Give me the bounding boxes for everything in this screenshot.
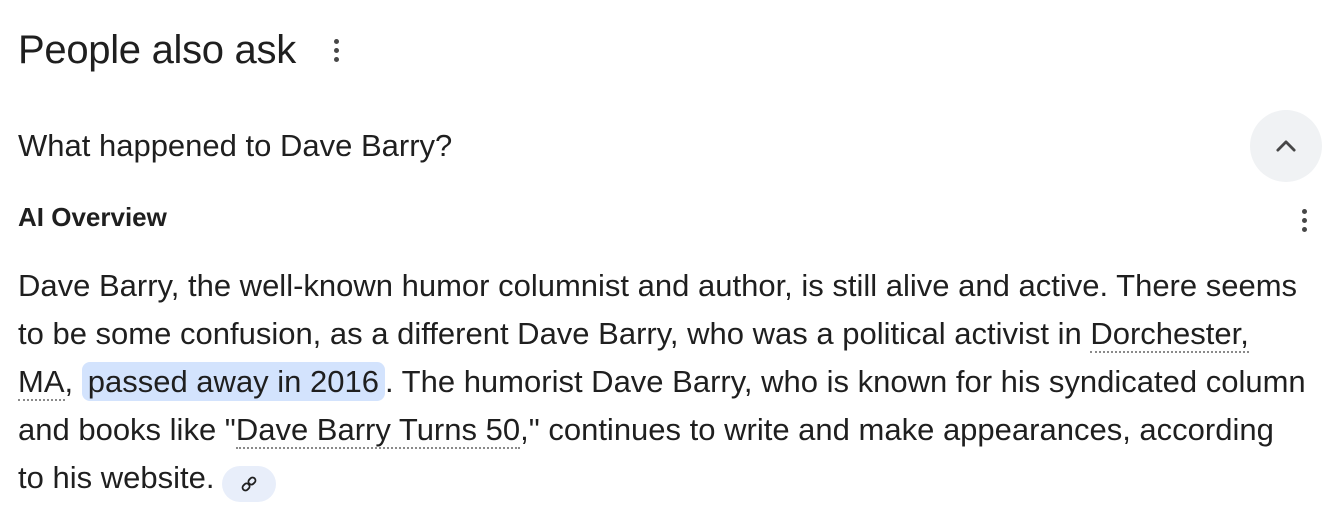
- link-icon: [242, 476, 257, 492]
- question-toggle[interactable]: What happened to Dave Barry?: [0, 110, 1330, 182]
- overview-segment: ,: [64, 364, 82, 399]
- paa-header: People also ask: [18, 22, 352, 78]
- source-link-button[interactable]: [222, 466, 277, 502]
- dave-barry-turns-50-link[interactable]: Dave Barry Turns 50: [235, 412, 521, 449]
- highlighted-claim[interactable]: passed away in 2016: [81, 362, 385, 401]
- more-vert-icon[interactable]: [322, 30, 352, 70]
- chevron-up-icon: [1276, 140, 1296, 152]
- paa-title: People also ask: [18, 28, 296, 72]
- ai-overview-text: Dave Barry, the well-known humor columni…: [18, 262, 1308, 502]
- question-text: What happened to Dave Barry?: [18, 128, 453, 163]
- more-vert-icon[interactable]: [1289, 200, 1319, 240]
- ai-overview-label: AI Overview: [18, 202, 167, 232]
- collapse-button[interactable]: [1250, 110, 1322, 182]
